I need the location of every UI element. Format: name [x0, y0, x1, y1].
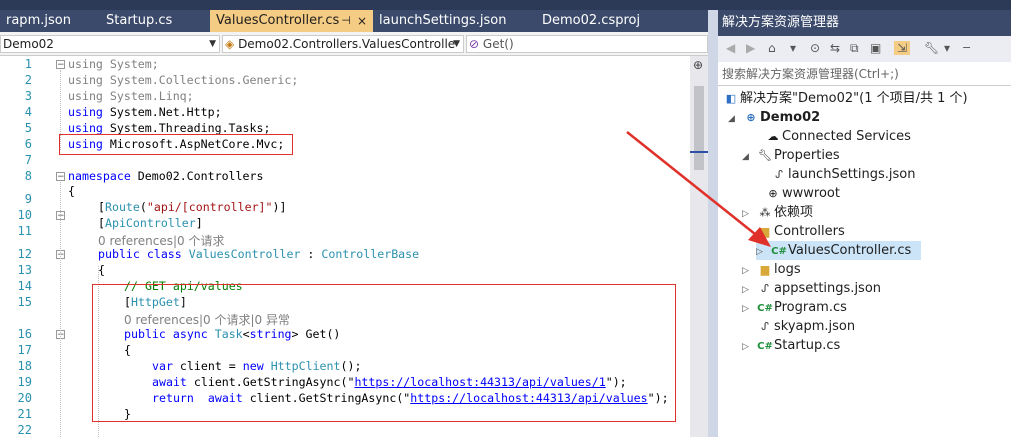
annotation-arrow — [626, 131, 771, 247]
